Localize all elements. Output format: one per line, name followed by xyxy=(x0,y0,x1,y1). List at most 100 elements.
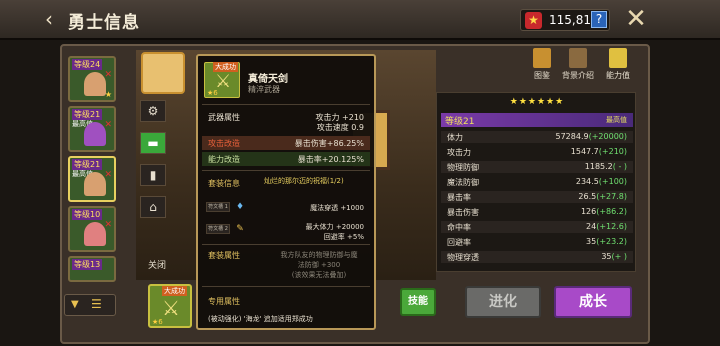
grow-button[interactable]: 成长 xyxy=(554,286,632,318)
stat-name: 回避率 xyxy=(447,238,471,247)
atk-upgrade-value: 暴击伤害+86.25% xyxy=(294,139,364,148)
stat-value: 1547.7(+210) xyxy=(571,147,627,156)
set-attr-line-b: 法防御 +300 xyxy=(297,261,341,269)
remove-icon: ✕ xyxy=(104,70,112,80)
max-label: 最高值 xyxy=(606,116,627,124)
stat-value: 35(+ ) xyxy=(601,252,627,261)
close-label[interactable]: 关闭 xyxy=(148,258,166,271)
hero-portrait xyxy=(84,72,106,96)
stat-value: 126(+86.2) xyxy=(581,207,627,216)
weapon-stars: ★6 xyxy=(207,89,218,97)
stat-row: 魔法防御 234.5(+100) xyxy=(441,176,633,188)
scroll-down-icon[interactable]: ▼ xyxy=(71,299,79,310)
weapon-stars: ★6 xyxy=(152,318,163,326)
star-rank: ★★★★★★ xyxy=(509,97,565,107)
hero-card[interactable]: 等级10 ✕ xyxy=(68,206,116,252)
remove-icon: ✕ xyxy=(104,220,112,230)
rune-slot-1: 符文槽 1 xyxy=(206,202,230,212)
stat-name: 攻击力 xyxy=(447,148,471,157)
remove-icon: ✕ xyxy=(104,170,112,180)
stat-value: 26.5(+27.8) xyxy=(578,192,627,201)
divider xyxy=(202,170,370,171)
stat-name: 物理穿透 xyxy=(447,253,479,262)
level-bar: 等级21 最高值 xyxy=(441,113,633,127)
stat-row: 物理穿透 35(+ ) xyxy=(441,251,633,263)
hero-card[interactable]: 等级21 最高值 ✕ xyxy=(68,106,116,152)
hero-portrait[interactable] xyxy=(141,52,185,94)
rune-1-icon: ♦ xyxy=(235,202,245,212)
evolve-button[interactable]: 进化 xyxy=(465,286,541,318)
hero-portrait xyxy=(84,122,106,146)
stat-row: 暴击率 26.5(+27.8) xyxy=(441,191,633,203)
set-title: 灿烂的那尔迈的祝福(1/2) xyxy=(264,177,344,185)
atk-upgrade-label: 攻击改造 xyxy=(208,139,240,148)
hero-level: 等级13 xyxy=(72,259,103,270)
hero-roster: 等级24 ✕ ★ 等级21 最高值 ✕ 等级21 最高值 ✕ 等级10 ✕ 等级… xyxy=(64,50,128,282)
weapon-atk-speed: 攻击速度 0.9 xyxy=(316,123,364,132)
weapon-tooltip: 大成功 ⚔ ★6 真倚天剑 精淬武器 武器属性 攻击力 +210 攻击速度 0.… xyxy=(196,54,376,330)
back-arrow-icon[interactable]: ‹ xyxy=(40,8,58,30)
stat-base: 1547.7 xyxy=(570,147,599,156)
stat-row: 体力 57284.9(+20000) xyxy=(441,131,633,143)
stat-row: 命中率 24(+12.6) xyxy=(441,221,633,233)
hero-card[interactable]: 等级24 ✕ ★ xyxy=(68,56,116,102)
hero-level: 等级24 xyxy=(72,59,103,70)
stat-value: 57284.9(+20000) xyxy=(556,132,628,141)
stat-bonus: (+210) xyxy=(598,147,627,156)
remove-icon: ✕ xyxy=(104,120,112,130)
hero-card-selected[interactable]: 等级21 最高值 ✕ xyxy=(68,156,116,202)
stat-value: 24(+12.6) xyxy=(586,222,627,231)
weapon-name: 真倚天剑 xyxy=(248,74,288,85)
attack-upgrade-row: 攻击改造 暴击伤害+86.25% xyxy=(202,136,370,150)
side-icon-column: ⚙ ▬ ▮ ⌂ xyxy=(140,100,172,228)
page-title: 勇士信息 xyxy=(68,13,140,33)
skill-button[interactable]: 技能 xyxy=(400,288,436,316)
stat-value: 234.5(+100) xyxy=(576,177,627,186)
book-icon xyxy=(569,48,587,68)
stat-name: 体力 xyxy=(447,133,463,142)
stat-name: 物理防御 xyxy=(447,163,479,172)
ability-button[interactable]: 能力值 xyxy=(600,48,636,81)
set-attr-line-a: 我方队友的物理防御与魔 xyxy=(280,251,358,259)
special-attr-label: 专用属性 xyxy=(208,297,240,306)
stat-base: 1185.2 xyxy=(584,162,613,171)
ability-label: 能力值 xyxy=(606,71,630,80)
stat-name: 命中率 xyxy=(447,223,471,232)
codex-button[interactable]: 图鉴 xyxy=(524,48,560,81)
hero-portrait xyxy=(84,172,106,196)
equipped-weapon-slot[interactable]: 大成功 ⚔ ★6 xyxy=(148,284,192,328)
red-gem-icon: ★ xyxy=(525,12,542,29)
chat-icon[interactable]: ▬ xyxy=(140,132,166,154)
card-icon[interactable]: ▮ xyxy=(140,164,166,186)
codex-icon xyxy=(533,48,551,68)
stat-row: 回避率 35(+23.2) xyxy=(441,236,633,248)
set-attr-line-c: (该效果无法叠加) xyxy=(291,271,347,279)
help-button[interactable]: ? xyxy=(591,11,607,28)
sword-icon: ⚔ xyxy=(162,296,180,320)
weapon-subtitle: 精淬武器 xyxy=(248,85,280,94)
stat-base: 126 xyxy=(580,207,597,216)
hanger-icon[interactable]: ⌂ xyxy=(140,196,166,218)
list-icon[interactable]: ☰ xyxy=(91,297,102,311)
divider xyxy=(202,244,370,245)
background-button[interactable]: 背景介绍 xyxy=(560,48,596,81)
stat-bonus: (+12.6) xyxy=(596,222,627,231)
stat-bonus: (+27.8) xyxy=(596,192,627,201)
hero-portrait xyxy=(84,222,106,246)
stat-base: 234.5 xyxy=(575,177,599,186)
stat-row: 暴击伤害 126(+86.2) xyxy=(441,206,633,218)
stat-base: 26.5 xyxy=(578,192,597,201)
divider xyxy=(202,286,370,287)
stat-bonus: (+86.2) xyxy=(596,207,627,216)
panel-icon-row: 图鉴 背景介绍 能力值 xyxy=(524,48,654,84)
stat-base: 24 xyxy=(586,222,597,231)
close-icon[interactable]: ✕ xyxy=(624,6,648,32)
stat-panel: ★★★★★★ 等级21 最高值 体力 57284.9(+20000) 攻击力 1547… xyxy=(436,92,636,272)
divider xyxy=(202,104,370,105)
settings-gear-icon[interactable]: ⚙ xyxy=(140,100,166,122)
success-badge: 大成功 xyxy=(162,286,187,296)
stat-bonus: (+ ) xyxy=(611,252,628,261)
hero-card[interactable]: 等级13 xyxy=(68,256,116,282)
star-icon: ★ xyxy=(104,90,112,99)
weapon-attr-label: 武器属性 xyxy=(208,113,240,122)
